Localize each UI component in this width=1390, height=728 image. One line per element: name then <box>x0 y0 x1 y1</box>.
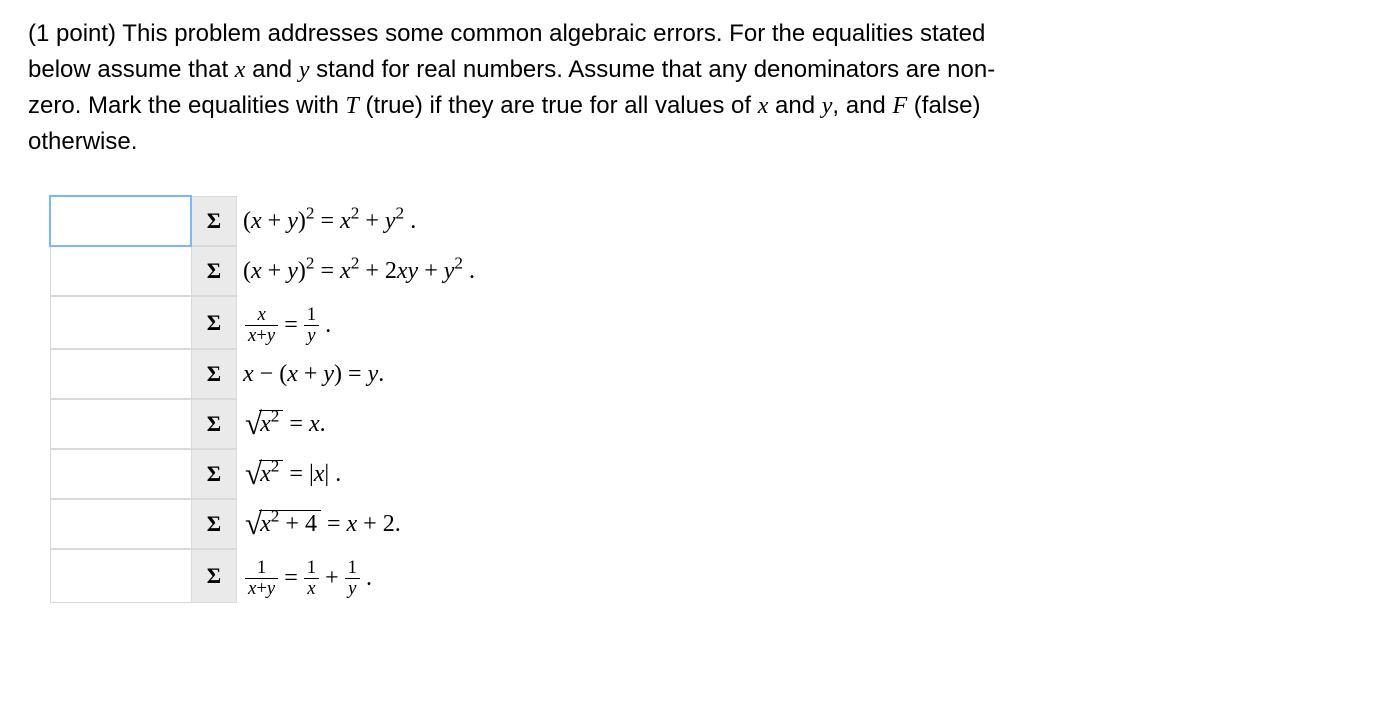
answer-cell <box>50 499 191 549</box>
answer-cell <box>50 349 191 399</box>
answer-cell <box>50 549 191 602</box>
sigma-icon[interactable]: Σ <box>191 246 237 296</box>
equation-text: x − (x + y) = y. <box>237 349 481 399</box>
question-row: Σx − (x + y) = y. <box>50 349 481 399</box>
sigma-icon[interactable]: Σ <box>191 499 237 549</box>
problem-statement: (1 point) This problem addresses some co… <box>28 16 1028 160</box>
sigma-icon[interactable]: Σ <box>191 196 237 246</box>
answer-cell <box>50 246 191 296</box>
sigma-icon[interactable]: Σ <box>191 399 237 449</box>
answer-input[interactable] <box>57 454 185 494</box>
equation-text: xx+y=1y. <box>237 296 481 349</box>
question-row: Σxx+y=1y. <box>50 296 481 349</box>
equation-text: (x + y)2 = x2 + 2xy + y2 . <box>237 246 481 296</box>
equation-text: √x2 = |x| . <box>237 449 481 499</box>
answer-input[interactable] <box>57 404 185 444</box>
answer-input[interactable] <box>57 504 185 544</box>
answer-cell <box>50 196 191 246</box>
equation-text: (x + y)2 = x2 + y2 . <box>237 196 481 246</box>
answer-input[interactable] <box>57 354 185 394</box>
answer-cell <box>50 296 191 349</box>
question-table: Σ(x + y)2 = x2 + y2 .Σ(x + y)2 = x2 + 2x… <box>50 196 481 603</box>
sigma-icon[interactable]: Σ <box>191 296 237 349</box>
question-row: Σ(x + y)2 = x2 + 2xy + y2 . <box>50 246 481 296</box>
equation-text: 1x+y=1x+1y. <box>237 549 481 602</box>
sigma-icon[interactable]: Σ <box>191 549 237 602</box>
sigma-icon[interactable]: Σ <box>191 349 237 399</box>
question-row: Σ√x2 + 4 = x + 2. <box>50 499 481 549</box>
equation-text: √x2 = x. <box>237 399 481 449</box>
question-row: Σ1x+y=1x+1y. <box>50 549 481 602</box>
question-row: Σ√x2 = x. <box>50 399 481 449</box>
answer-input[interactable] <box>57 251 185 291</box>
question-row: Σ(x + y)2 = x2 + y2 . <box>50 196 481 246</box>
question-row: Σ√x2 = |x| . <box>50 449 481 499</box>
answer-input[interactable] <box>57 201 185 241</box>
answer-input[interactable] <box>57 556 185 596</box>
answer-cell <box>50 449 191 499</box>
answer-cell <box>50 399 191 449</box>
equation-text: √x2 + 4 = x + 2. <box>237 499 481 549</box>
sigma-icon[interactable]: Σ <box>191 449 237 499</box>
answer-input[interactable] <box>57 303 185 343</box>
